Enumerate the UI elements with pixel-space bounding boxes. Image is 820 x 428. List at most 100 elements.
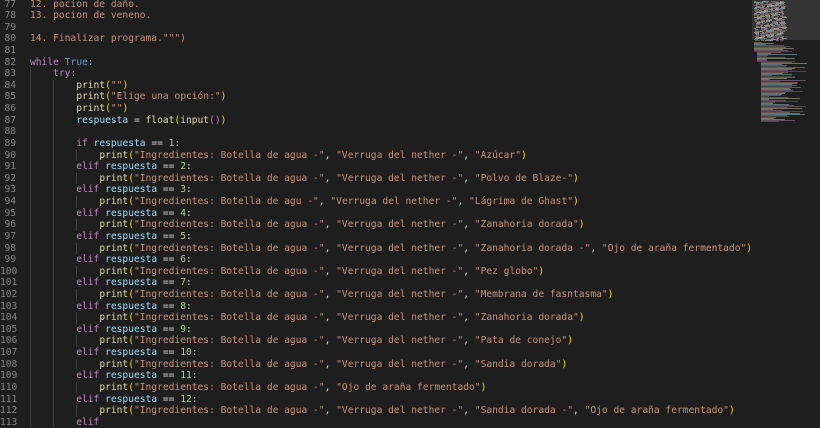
code-token: elif <box>76 416 100 428</box>
code-token: , <box>324 335 337 347</box>
code-line[interactable]: while True: <box>30 57 94 69</box>
code-token: , <box>324 265 337 277</box>
code-token: , <box>324 289 337 300</box>
code-token: , <box>463 312 475 324</box>
code-token: elif <box>76 347 100 359</box>
code-token: "Ingredientes: Botella de agua -" <box>133 149 325 161</box>
minimap-stroke <box>756 27 761 28</box>
code-token: print <box>99 381 129 393</box>
code-token: : <box>191 393 198 405</box>
code-token: == <box>157 323 181 335</box>
indent-guide <box>76 265 78 278</box>
code-line[interactable]: print("Ingredientes: Botella de agua -",… <box>30 312 584 324</box>
code-token: 10 <box>180 347 192 359</box>
code-line[interactable]: elif respuesta == 2: <box>30 161 192 173</box>
code-token: , <box>324 405 337 417</box>
code-line[interactable]: print("Ingredientes: Botella de agua -",… <box>30 359 567 371</box>
line-number: 96 <box>4 219 16 231</box>
line-number: 98 <box>4 242 16 254</box>
code-token: print <box>99 149 129 161</box>
code-token: "Ingredientes: Botella de agua -" <box>133 265 325 277</box>
code-line[interactable]: print("Ingredientes: Botella de agua -",… <box>30 289 613 301</box>
code-line[interactable]: print("Ingredientes: Botella de agua -",… <box>30 382 486 394</box>
line-number: 84 <box>4 79 16 91</box>
code-token: print <box>99 242 129 254</box>
code-token: ) <box>728 405 735 417</box>
code-line[interactable]: print("Ingredientes: Botella de agua -",… <box>30 405 735 417</box>
code-token: "Sandia dorada -" <box>474 405 573 417</box>
code-line[interactable]: print("Ingredientes: Botella de agua -",… <box>30 149 526 162</box>
code-token: , <box>318 196 331 208</box>
code-line[interactable]: elif respuesta == 12: <box>30 393 198 406</box>
line-number: 94 <box>4 196 16 208</box>
code-line[interactable]: print("") <box>30 103 128 115</box>
code-line[interactable]: elif respuesta == 4: <box>30 208 192 220</box>
code-token: : <box>191 370 198 382</box>
code-line[interactable]: print("Ingredientes: Botella de agua -",… <box>30 335 573 347</box>
code-line[interactable]: elif respuesta == 9: <box>30 324 192 336</box>
code-token: == <box>157 393 181 405</box>
code-token: "Membrana de fasntasma" <box>474 289 608 300</box>
code-line[interactable]: elif <box>30 417 99 428</box>
line-number: 108 <box>0 358 18 370</box>
code-token: "Ingredientes: Botella de agua -" <box>133 405 325 417</box>
code-token: "Ingredientes: Botella de agua -" <box>133 172 325 184</box>
code-line[interactable]: elif respuesta == 6: <box>30 254 192 266</box>
code-line[interactable]: print("Ingredientes: Botella de agua -",… <box>30 172 578 185</box>
code-line[interactable]: elif respuesta == 10: <box>30 347 197 359</box>
code-token: , <box>324 149 337 161</box>
code-line[interactable]: try: <box>30 68 76 80</box>
code-token: , <box>324 358 337 370</box>
code-line[interactable]: print("Ingredientes: Botella de agua -",… <box>30 243 752 255</box>
code-token: "Verruga del nether -" <box>336 405 464 417</box>
code-token: "Polvo de Blaze-" <box>474 172 573 184</box>
code-token: , <box>573 405 585 417</box>
code-token: try <box>53 68 71 80</box>
code-token: == <box>157 300 181 312</box>
line-number: 95 <box>4 207 16 219</box>
code-line[interactable]: elif respuesta == 11: <box>30 370 198 382</box>
code-token: : <box>185 300 192 312</box>
code-token: respuesta <box>105 254 158 266</box>
indent-guide <box>76 312 78 324</box>
code-line[interactable]: 13. pocion de veneno. <box>30 10 151 22</box>
code-line[interactable]: print("Ingredientes: Botella de agua -",… <box>30 266 544 278</box>
code-line[interactable]: print("") <box>30 80 128 92</box>
code-token: "Ojo de araña fermentado" <box>584 405 729 417</box>
code-token: , <box>463 405 475 417</box>
code-line[interactable]: elif respuesta == 7: <box>30 277 192 289</box>
line-number: 79 <box>4 21 16 33</box>
line-number: 102 <box>0 289 18 300</box>
minimap[interactable] <box>752 0 820 419</box>
code-token: : <box>185 323 192 335</box>
code-token: print <box>99 196 129 208</box>
code-token: print <box>76 103 106 115</box>
code-line[interactable]: elif respuesta == 5: <box>30 231 192 243</box>
code-line[interactable]: print("Elige una opción:") <box>30 91 226 103</box>
code-token: 13. pocion de veneno. <box>30 10 152 22</box>
code-token: , <box>324 172 337 184</box>
code-line[interactable]: respuesta = float(input()) <box>30 115 226 127</box>
code-token: , <box>463 219 475 231</box>
code-line[interactable]: 12. pocion de daño. <box>30 0 140 10</box>
code-area[interactable]: 12. pocion de daño. 13. pocion de veneno.… <box>30 0 752 428</box>
code-line[interactable]: print("Ingredientes: Botella de agua -",… <box>30 219 584 231</box>
code-line[interactable]: elif respuesta == 3: <box>30 184 192 196</box>
line-number: 86 <box>4 103 16 115</box>
code-token: ) <box>220 91 227 103</box>
code-token: "Ingredientes: Botella de agua -" <box>133 335 325 347</box>
code-line[interactable]: 14. Finalizar programa.""") <box>30 33 186 45</box>
code-token: "Verruga del nether -" <box>336 219 464 231</box>
line-number: 83 <box>4 68 16 80</box>
code-line[interactable]: print("Ingredientes: Botella de agu -", … <box>30 196 578 208</box>
code-token: respuesta <box>105 300 158 312</box>
code-editor[interactable]: 77 78 79 80 81 82 83 84 85 86 87 88 89 90 91 92 93 94 95 96… <box>0 0 820 428</box>
code-line[interactable]: elif respuesta == 8: <box>30 301 192 313</box>
line-number: 92 <box>4 172 16 184</box>
code-token: elif <box>76 323 100 335</box>
code-token: : <box>185 207 192 219</box>
